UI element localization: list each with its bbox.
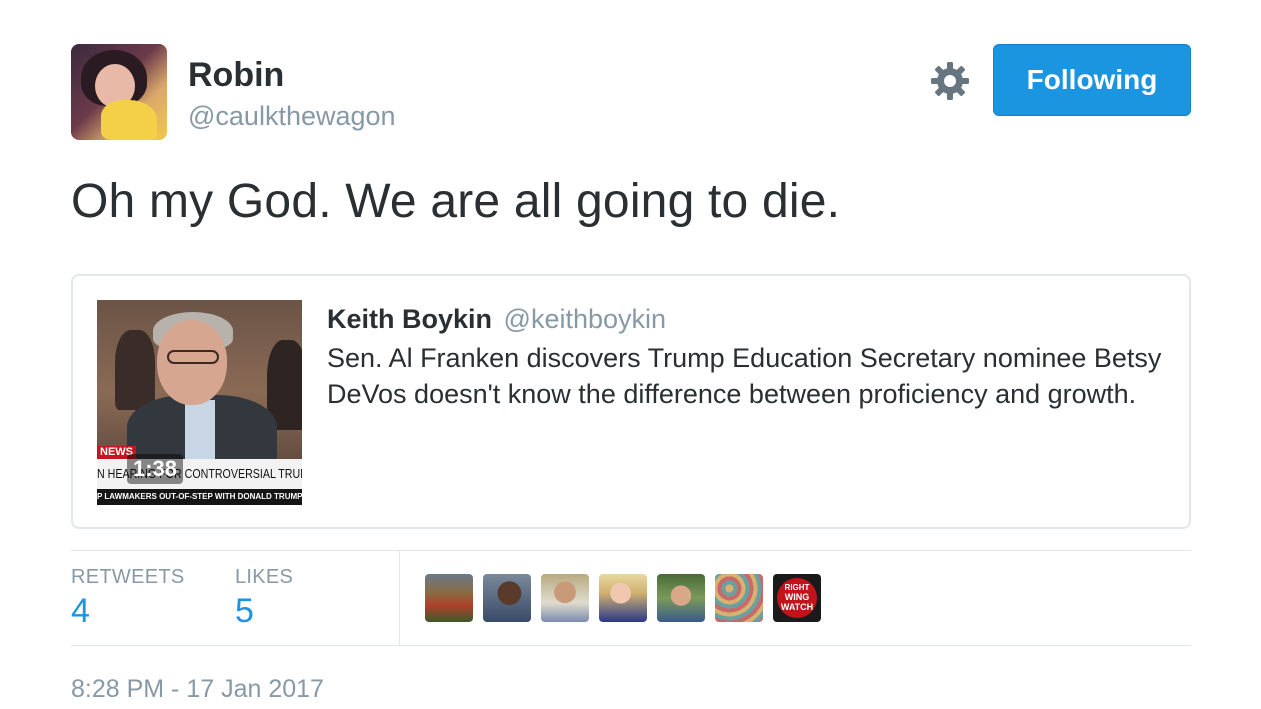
likes-count[interactable]: 5 — [235, 592, 254, 631]
following-button[interactable]: Following — [993, 44, 1191, 116]
quoted-tweet-text: Sen. Al Franken discovers Trump Educatio… — [327, 343, 1162, 409]
avatar-toy — [101, 100, 157, 140]
thumbnail-shirt — [185, 400, 215, 460]
author-avatar[interactable] — [71, 44, 167, 140]
quoted-author-handle: @keithboykin — [503, 304, 667, 334]
svg-text:WING: WING — [785, 592, 810, 602]
thumbnail-person-left — [115, 330, 155, 410]
right-wing-watch-logo: RIGHT WING WATCH — [777, 578, 817, 618]
liker-avatar[interactable] — [541, 574, 589, 622]
quoted-author-name: Keith Boykin — [327, 304, 493, 334]
tweet-timestamp[interactable]: 8:28 PM - 17 Jan 2017 — [71, 675, 324, 704]
gear-icon[interactable] — [930, 61, 970, 101]
thumbnail-glasses — [167, 350, 219, 364]
retweets-label[interactable]: RETWEETS — [71, 566, 185, 589]
svg-text:RIGHT: RIGHT — [785, 583, 810, 592]
retweets-count[interactable]: 4 — [71, 592, 90, 631]
liker-avatar[interactable] — [715, 574, 763, 622]
author-name[interactable]: Robin — [188, 56, 284, 95]
video-thumbnail[interactable]: N HEARING FOR CONTROVERSIAL TRUMP NO NEW… — [97, 300, 302, 505]
liker-avatar[interactable] — [657, 574, 705, 622]
quoted-tweet-card[interactable]: N HEARING FOR CONTROVERSIAL TRUMP NO NEW… — [71, 274, 1191, 529]
divider-top — [71, 550, 1191, 551]
likers-list: RIGHT WING WATCH — [425, 574, 821, 622]
likes-label[interactable]: LIKES — [235, 566, 293, 589]
liker-avatar-rightwingwatch[interactable]: RIGHT WING WATCH — [773, 574, 821, 622]
divider-bottom — [71, 645, 1191, 646]
quoted-author: Keith Boykin @keithboykin — [327, 304, 666, 335]
svg-text:WATCH: WATCH — [781, 602, 813, 612]
tweet-text: Oh my God. We are all going to die. — [71, 175, 841, 228]
video-duration: 1:38 — [127, 454, 184, 484]
liker-avatar[interactable] — [483, 574, 531, 622]
news-ticker: P LAWMAKERS OUT-OF-STEP WITH DONALD TRUM… — [97, 489, 302, 505]
stats-divider — [399, 551, 400, 645]
author-handle[interactable]: @caulkthewagon — [188, 101, 396, 132]
liker-avatar[interactable] — [425, 574, 473, 622]
liker-avatar[interactable] — [599, 574, 647, 622]
